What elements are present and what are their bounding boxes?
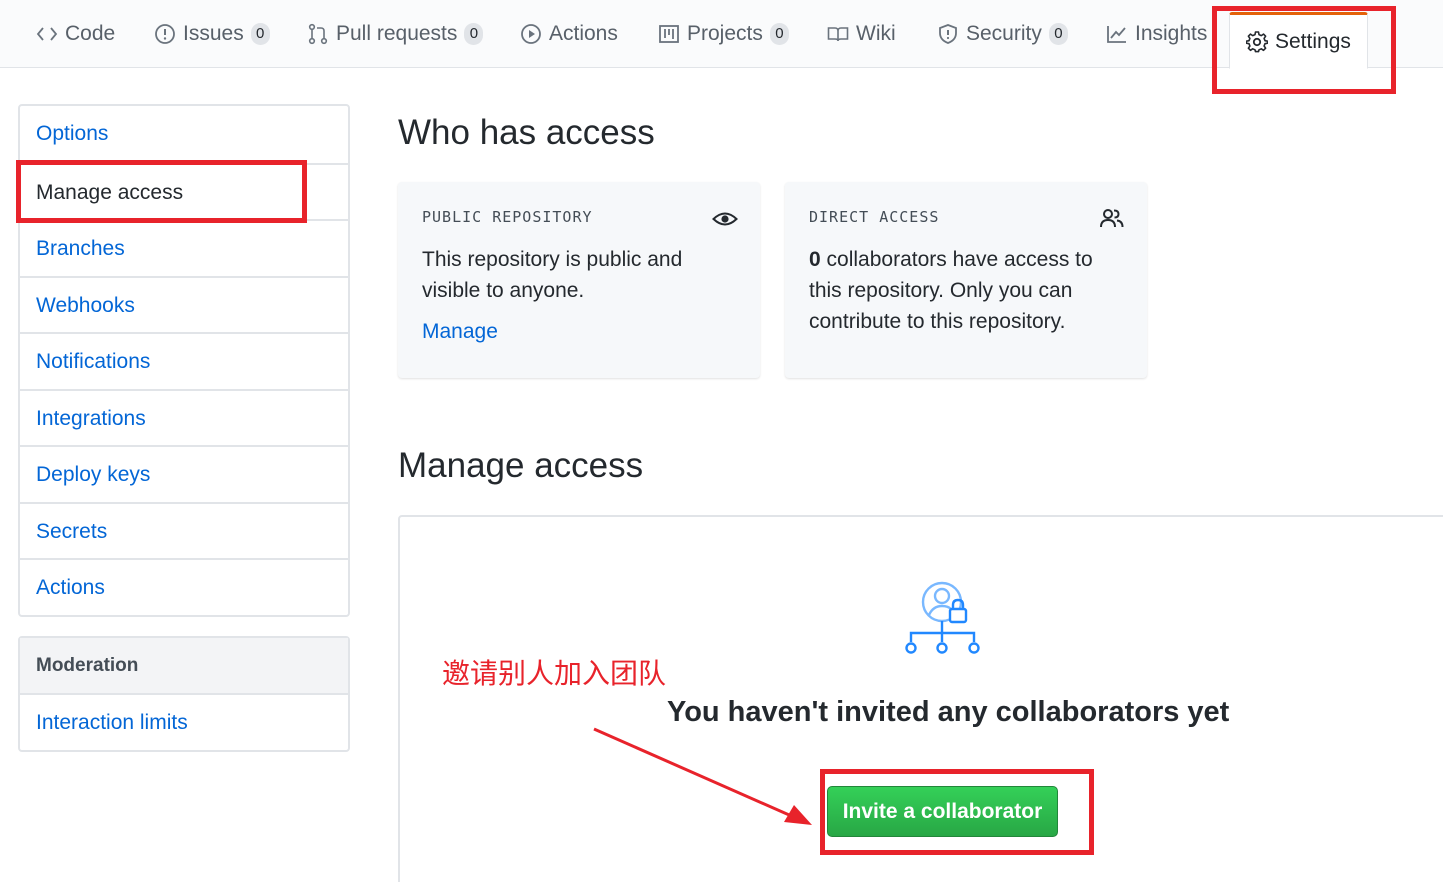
tab-insights[interactable]: Insights	[1106, 0, 1207, 68]
collaborator-count: 0	[809, 248, 821, 271]
direct-access-description: 0 collaborators have access to this repo…	[809, 244, 1123, 337]
who-has-access-heading: Who has access	[398, 113, 655, 152]
tab-label: Issues	[183, 22, 244, 45]
card-title: DIRECT ACCESS	[809, 208, 940, 226]
moderation-menu: Moderation Interaction limits	[18, 636, 350, 752]
tab-security[interactable]: Security 0	[937, 0, 1068, 68]
card-title: PUBLIC REPOSITORY	[422, 208, 593, 226]
tab-pull-requests[interactable]: Pull requests 0	[307, 0, 484, 68]
tab-label: Projects	[687, 22, 763, 45]
menu-item-notifications[interactable]: Notifications	[20, 332, 348, 389]
code-icon	[36, 27, 58, 41]
menu-item-integrations[interactable]: Integrations	[20, 388, 348, 446]
security-count-badge: 0	[1048, 23, 1068, 45]
direct-access-card: DIRECT ACCESS 0 collaborators have acces…	[785, 182, 1147, 378]
pull-requests-count-badge: 0	[464, 23, 484, 45]
book-icon	[827, 27, 849, 42]
menu-item-webhooks[interactable]: Webhooks	[20, 275, 348, 333]
issues-count-badge: 0	[250, 23, 270, 45]
issue-icon	[155, 24, 175, 44]
tab-projects[interactable]: Projects 0	[658, 0, 789, 68]
direct-access-text: collaborators have access to this reposi…	[809, 248, 1093, 333]
tab-label: Security	[966, 22, 1042, 45]
annotation-box-invite	[820, 769, 1094, 855]
shield-icon	[939, 24, 957, 44]
tab-wiki[interactable]: Wiki	[827, 0, 896, 68]
play-icon	[521, 24, 541, 44]
annotation-box-settings	[1212, 6, 1396, 94]
menu-item-options[interactable]: Options	[20, 106, 348, 163]
tab-label: Pull requests	[336, 22, 458, 45]
no-collaborators-message: You haven't invited any collaborators ye…	[667, 696, 1230, 728]
tab-label: Insights	[1135, 22, 1208, 45]
person-lock-icon	[905, 581, 980, 654]
annotation-note: 邀请别人加入团队	[442, 657, 667, 690]
moderation-heading: Moderation	[20, 638, 348, 693]
tab-label: Wiki	[856, 22, 896, 45]
project-icon	[659, 25, 679, 43]
tab-code[interactable]: Code	[36, 0, 115, 68]
projects-count-badge: 0	[769, 23, 789, 45]
pull-request-icon	[308, 23, 328, 45]
public-repository-card: PUBLIC REPOSITORY This repository is pub…	[398, 182, 760, 378]
eye-icon	[712, 212, 738, 226]
menu-item-secrets[interactable]: Secrets	[20, 501, 348, 559]
menu-item-deploy-keys[interactable]: Deploy keys	[20, 445, 348, 502]
public-repository-description: This repository is public and visible to…	[422, 248, 683, 302]
menu-item-branches[interactable]: Branches	[20, 219, 348, 276]
manage-access-heading: Manage access	[398, 446, 644, 485]
tab-label: Code	[65, 22, 116, 45]
annotation-box-manage-access	[16, 160, 307, 223]
tab-label: Actions	[549, 22, 618, 45]
menu-item-actions[interactable]: Actions	[20, 558, 348, 615]
graph-icon	[1107, 26, 1126, 43]
menu-item-interaction-limits[interactable]: Interaction limits	[20, 693, 348, 750]
tab-actions[interactable]: Actions	[520, 0, 618, 68]
people-icon	[1100, 209, 1124, 228]
manage-visibility-link[interactable]: Manage	[422, 320, 498, 344]
tab-issues[interactable]: Issues 0	[154, 0, 270, 68]
